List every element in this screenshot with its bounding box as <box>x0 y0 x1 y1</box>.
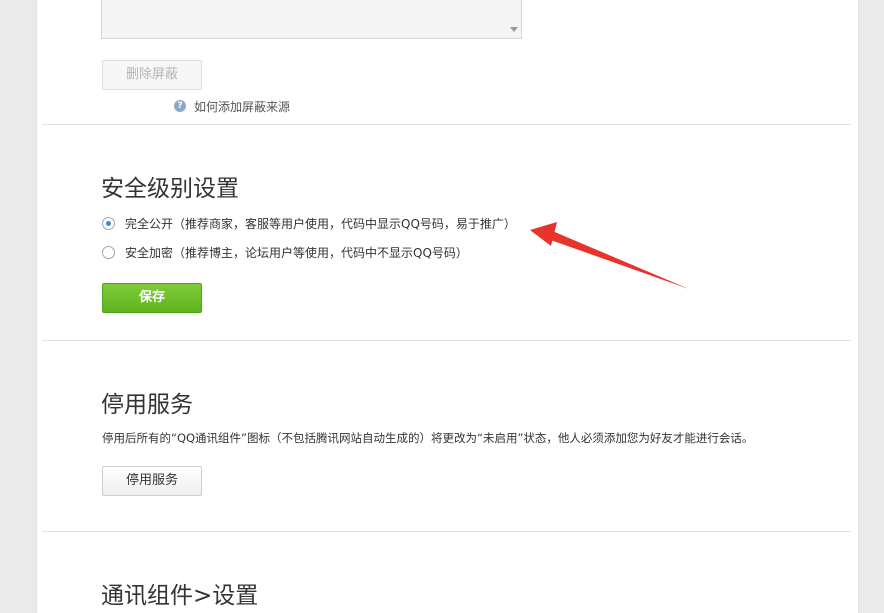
annotation-arrow-icon <box>530 222 689 289</box>
